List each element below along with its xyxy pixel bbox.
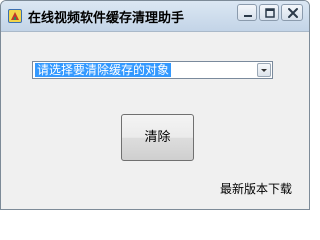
maximize-button[interactable] [259, 4, 279, 21]
minimize-icon [244, 15, 252, 17]
app-broom-icon [7, 8, 23, 24]
target-select-combobox[interactable]: 请选择要清除缓存的对象 [32, 61, 273, 79]
combo-selected-value: 请选择要清除缓存的对象 [35, 63, 172, 77]
latest-version-download-link[interactable]: 最新版本下载 [220, 180, 292, 197]
close-button[interactable] [281, 4, 303, 21]
app-window: 在线视频软件缓存清理助手 请选择要清除缓存的对象 清除 最新版本下载 [0, 0, 310, 210]
combo-dropdown-button[interactable] [257, 63, 271, 77]
title-bar[interactable]: 在线视频软件缓存清理助手 [1, 1, 309, 32]
chevron-down-icon [261, 69, 267, 72]
clear-button[interactable]: 清除 [121, 114, 194, 161]
close-icon [288, 8, 298, 18]
window-title: 在线视频软件缓存清理助手 [28, 11, 185, 26]
minimize-button[interactable] [237, 4, 257, 21]
maximize-icon [265, 8, 275, 18]
client-area: 请选择要清除缓存的对象 清除 最新版本下载 [1, 32, 309, 209]
